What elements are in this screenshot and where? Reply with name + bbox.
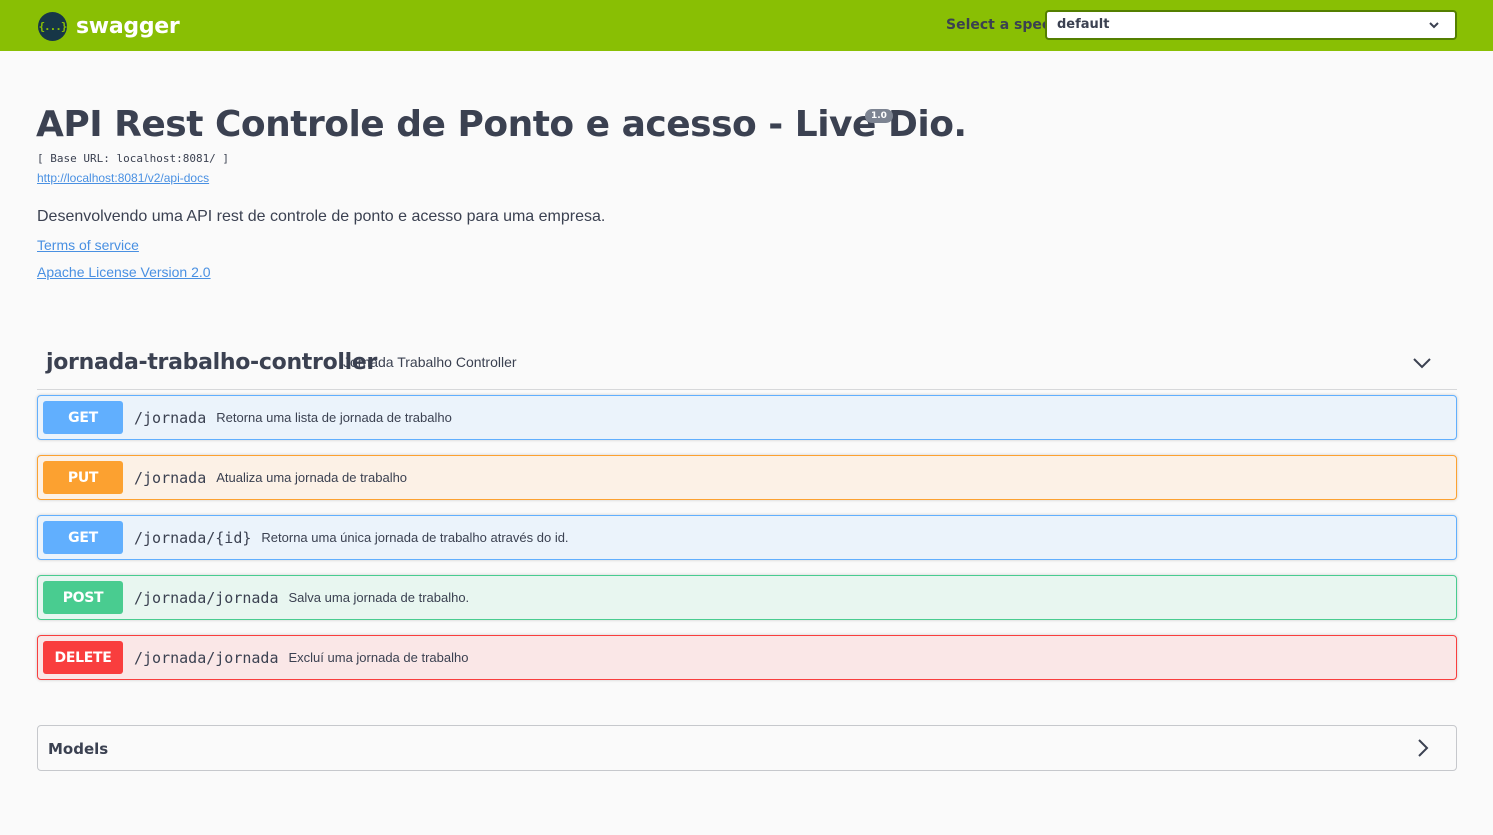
swagger-logo-text: swagger bbox=[76, 13, 180, 39]
operation-path: /jornada bbox=[134, 408, 207, 427]
operation-path: /jornada/{id} bbox=[134, 528, 252, 547]
license-link[interactable]: Apache License Version 2.0 bbox=[37, 264, 211, 280]
version-badge: 1.0 bbox=[865, 109, 893, 123]
operation-post-jornada[interactable]: POST /jornada/jornada Salva uma jornada … bbox=[37, 575, 1457, 620]
operation-summary: Retorna uma lista de jornada de trabalho bbox=[216, 410, 452, 425]
operation-path: /jornada/jornada bbox=[134, 648, 279, 667]
models-label: Models bbox=[48, 740, 109, 758]
operation-summary: Excluí uma jornada de trabalho bbox=[288, 650, 469, 665]
method-badge: GET bbox=[43, 401, 123, 434]
method-badge: PUT bbox=[43, 461, 123, 494]
topbar: {...} swagger Select a spec default bbox=[0, 0, 1493, 51]
base-url: [ Base URL: localhost:8081/ ] bbox=[37, 152, 230, 165]
tag-section-header[interactable]: jornada-trabalho-controller Jornada Trab… bbox=[37, 340, 1457, 390]
operation-summary: Atualiza uma jornada de trabalho bbox=[216, 470, 408, 485]
operation-get-jornada[interactable]: GET /jornada Retorna uma lista de jornad… bbox=[37, 395, 1457, 440]
models-section[interactable]: Models bbox=[37, 725, 1457, 771]
operation-delete-jornada[interactable]: DELETE /jornada/jornada Excluí uma jorna… bbox=[37, 635, 1457, 680]
api-description: Desenvolvendo uma API rest de controle d… bbox=[37, 208, 606, 225]
method-badge: POST bbox=[43, 581, 123, 614]
spec-select-value: default bbox=[1057, 17, 1110, 32]
swagger-logo[interactable]: {...} swagger bbox=[38, 11, 180, 41]
method-badge: DELETE bbox=[43, 641, 123, 674]
swagger-logo-icon: {...} bbox=[38, 11, 68, 41]
select-spec-label: Select a spec bbox=[946, 17, 1051, 33]
chevron-right-icon[interactable] bbox=[1412, 737, 1434, 759]
operation-summary: Salva uma jornada de trabalho. bbox=[288, 590, 470, 605]
chevron-down-icon[interactable] bbox=[1411, 352, 1433, 374]
tag-name: jornada-trabalho-controller bbox=[46, 350, 378, 375]
api-docs-link[interactable]: http://localhost:8081/v2/api-docs bbox=[37, 171, 209, 185]
operation-path: /jornada/jornada bbox=[134, 588, 279, 607]
spec-select[interactable]: default bbox=[1045, 10, 1457, 40]
tag-description: Jornada Trabalho Controller bbox=[343, 354, 517, 370]
operation-summary: Retorna uma única jornada de trabalho at… bbox=[261, 530, 569, 545]
chevron-down-icon bbox=[1429, 22, 1439, 29]
operation-get-jornada-id[interactable]: GET /jornada/{id} Retorna uma única jorn… bbox=[37, 515, 1457, 560]
operation-put-jornada[interactable]: PUT /jornada Atualiza uma jornada de tra… bbox=[37, 455, 1457, 500]
operation-path: /jornada bbox=[134, 468, 207, 487]
api-title: API Rest Controle de Ponto e acesso - Li… bbox=[36, 104, 967, 145]
terms-of-service-link[interactable]: Terms of service bbox=[37, 237, 139, 253]
method-badge: GET bbox=[43, 521, 123, 554]
